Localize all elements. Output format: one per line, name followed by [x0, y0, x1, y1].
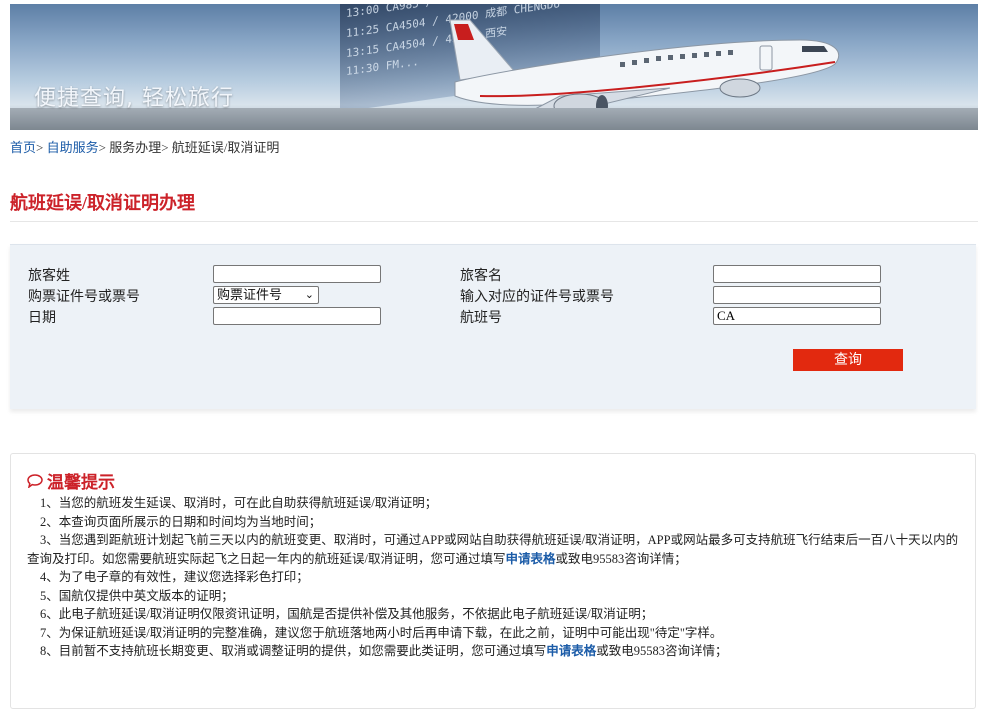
breadcrumb-home-link[interactable]: 首页	[10, 140, 36, 155]
chevron-down-icon: ⌄	[304, 288, 314, 301]
tip-item: 2、本查询页面所展示的日期和时间均为当地时间；	[40, 514, 322, 529]
breadcrumb-current: 服务办理> 航班延误/取消证明	[109, 140, 280, 155]
id-type-selected-value: 购票证件号	[217, 287, 283, 302]
tip-item: 5、国航仅提供中英文版本的证明；	[40, 588, 234, 603]
tip-item: 6、此电子航班延误/取消证明仅限资讯证明，国航是否提供补偿及其他服务，不依据此电…	[40, 607, 654, 621]
tip-text: 或致电95583咨询详情；	[596, 644, 728, 658]
application-form-link[interactable]: 申请表格	[546, 644, 596, 658]
surname-label: 旅客姓	[28, 269, 70, 284]
tips-box: 温馨提示 1、当您的航班发生延误、取消时，可在此自助获得航班延误/取消证明； 2…	[10, 453, 976, 709]
flight-number-input[interactable]	[713, 307, 881, 325]
breadcrumb-separator: >	[36, 140, 47, 155]
tips-title-text: 温馨提示	[47, 473, 115, 492]
surname-input[interactable]	[213, 265, 381, 283]
id-type-select[interactable]: 购票证件号 ⌄	[213, 286, 319, 304]
tip-text: 3、当您遇到距航班计划起飞前三天以内的航班变更、取消时，可通过APP或网站自助获…	[27, 533, 959, 566]
hero-banner: 13:00 CA985 / UA4453 北京 Beijing 11:25 CA…	[10, 4, 978, 130]
query-form-panel: 旅客姓 旅客名 购票证件号或票号 购票证件号 ⌄ 输入对应的证件号或票号 日期 …	[10, 244, 976, 409]
date-input[interactable]	[213, 307, 381, 325]
flight-number-label: 航班号	[460, 311, 502, 326]
tip-item: 7、为保证航班延误/取消证明的完整准确，建议您于航班落地两小时后再申请下载，在此…	[40, 625, 723, 640]
page-title: 航班延误/取消证明办理	[10, 193, 195, 213]
speech-bubble-icon	[27, 473, 43, 488]
given-name-input[interactable]	[713, 265, 881, 283]
banner-slogan: 便捷查询, 轻松旅行	[34, 86, 234, 111]
title-divider	[10, 221, 978, 222]
id-number-input[interactable]	[713, 286, 881, 304]
breadcrumb: 首页> 自助服务> 服务办理> 航班延误/取消证明	[10, 137, 279, 156]
tip-item: 1、当您的航班发生延误、取消时，可在此自助获得航班延误/取消证明；	[40, 496, 438, 510]
id-type-label: 购票证件号或票号	[28, 290, 140, 305]
tip-item: 8、目前暂不支持航班长期变更、取消或调整证明的提供，如您需要此类证明，您可通过填…	[27, 642, 963, 661]
breadcrumb-separator: >	[98, 140, 110, 155]
breadcrumb-self-service-link[interactable]: 自助服务	[47, 140, 99, 155]
tip-text: 8、目前暂不支持航班长期变更、取消或调整证明的提供，如您需要此类证明，您可通过填…	[40, 644, 547, 658]
tips-heading: 温馨提示	[27, 468, 115, 493]
application-form-link[interactable]: 申请表格	[505, 552, 555, 566]
given-name-label: 旅客名	[460, 269, 502, 284]
tip-item: 4、为了电子章的有效性，建议您选择彩色打印；	[40, 570, 309, 584]
date-label: 日期	[28, 311, 56, 326]
query-button[interactable]: 查询	[793, 349, 903, 371]
tips-list: 1、当您的航班发生延误、取消时，可在此自助获得航班延误/取消证明； 2、本查询页…	[27, 494, 963, 661]
tip-text: 或致电95583咨询详情；	[555, 551, 687, 566]
tip-item: 3、当您遇到距航班计划起飞前三天以内的航班变更、取消时，可通过APP或网站自助获…	[27, 531, 963, 568]
id-number-label: 输入对应的证件号或票号	[460, 290, 614, 305]
